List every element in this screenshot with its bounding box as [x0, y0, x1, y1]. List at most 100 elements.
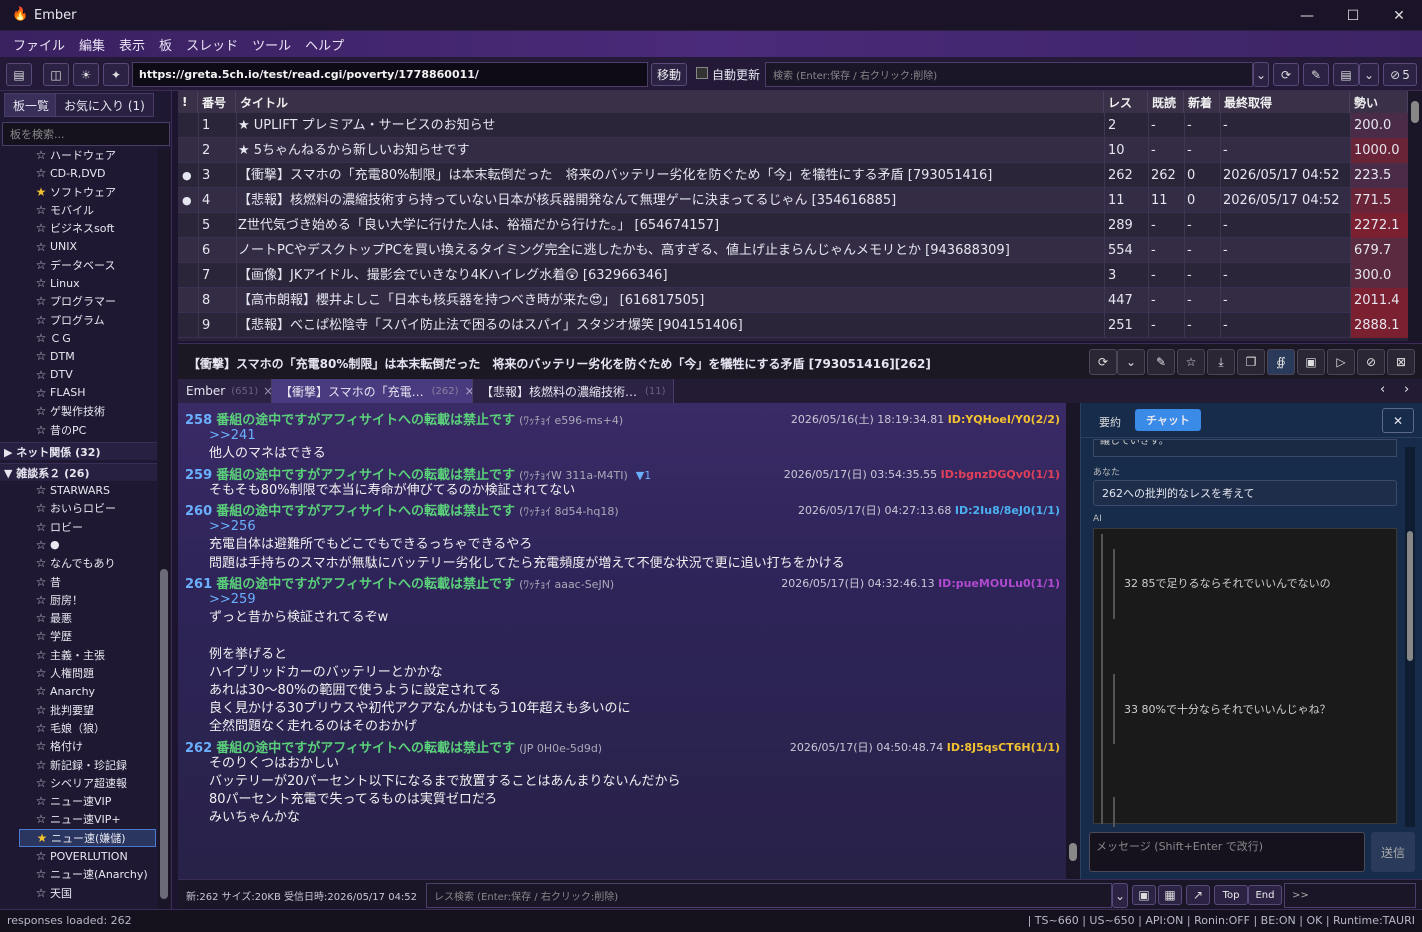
threadlist-scrollbar[interactable]: [1408, 91, 1422, 341]
star-icon[interactable]: ☆: [34, 349, 48, 363]
star-icon[interactable]: ☆: [1177, 349, 1205, 375]
sun-icon[interactable]: ☀: [73, 63, 99, 86]
star-icon[interactable]: ☆: [34, 240, 48, 254]
image-off-icon[interactable]: ⊠: [1387, 349, 1415, 375]
star-icon[interactable]: ☆: [34, 368, 48, 382]
board-item[interactable]: ☆ シベリア超速報: [34, 774, 127, 792]
posts-scrollbar[interactable]: [1066, 403, 1080, 879]
board-item[interactable]: ☆ プログラマー: [34, 292, 116, 310]
thread-row[interactable]: 1 ★ UPLIFT プレミアム・サービスのお知らせ 2 - - - 200.0: [178, 112, 1408, 138]
sidebar-scroll-thumb[interactable]: [160, 569, 168, 899]
thread-row[interactable]: 5 Z世代気づき始める「良い大学に行けた人は、裕福だから行けた。」 [654674…: [178, 212, 1408, 238]
thread-row[interactable]: 8 【高市朗報】櫻井よしこ「日本も核兵器を持つべき時が来た😍」 [61681750…: [178, 287, 1408, 313]
star-icon[interactable]: ☆: [34, 629, 48, 643]
star-icon[interactable]: ☆: [34, 520, 48, 534]
chat-scroll-thumb[interactable]: [1407, 531, 1413, 661]
star-icon[interactable]: ☆: [34, 849, 48, 863]
star-icon[interactable]: ☆: [34, 739, 48, 753]
star-icon[interactable]: ☆: [34, 794, 48, 808]
tab-summary[interactable]: 要約: [1099, 414, 1121, 430]
thread-row[interactable]: 2 ★ 5ちゃんねるから新しいお知らせです 10 - - - 1000.0: [178, 137, 1408, 163]
star-icon[interactable]: ☆: [34, 758, 48, 772]
menu-board[interactable]: 板: [152, 35, 179, 54]
go-button[interactable]: 移動: [651, 63, 687, 86]
external-link-icon[interactable]: ↗: [1186, 885, 1210, 905]
board-item[interactable]: ☆ 主義・主張: [34, 646, 105, 664]
tab-favorites[interactable]: お気に入り (1): [55, 93, 154, 117]
board-item[interactable]: ★ ソフトウェア: [34, 183, 116, 201]
menu-edit[interactable]: 編集: [72, 35, 112, 54]
menu-tools[interactable]: ツール: [245, 35, 298, 54]
board-item[interactable]: ☆ 昔: [34, 573, 61, 591]
star-icon[interactable]: ☆: [34, 666, 48, 680]
auto-refresh-checkbox[interactable]: [696, 67, 708, 79]
board-item[interactable]: ☆ 厨房！: [34, 591, 83, 609]
col-read[interactable]: 既読: [1148, 91, 1184, 113]
post-id[interactable]: ID:pueMOULu0(1/1): [938, 577, 1060, 590]
star-icon[interactable]: ☆: [34, 867, 48, 881]
refresh-icon[interactable]: ⟳: [1273, 63, 1299, 86]
url-input[interactable]: https://greta.5ch.io/test/read.cgi/pover…: [132, 62, 648, 87]
star-icon[interactable]: ☆: [34, 258, 48, 272]
response-search-input[interactable]: レス検索 (Enter:保存 / 右クリック:削除): [426, 883, 1112, 908]
post-number[interactable]: 261: [185, 577, 212, 592]
star-icon[interactable]: ☆: [34, 313, 48, 327]
star-icon[interactable]: ☆: [34, 331, 48, 345]
post-number[interactable]: 258: [185, 413, 212, 428]
star-icon[interactable]: ☆: [34, 812, 48, 826]
tab-thread-2[interactable]: 【悲報】核燃料の濃縮技術… (11) ×: [473, 379, 674, 403]
board-item[interactable]: ☆ 天国: [34, 884, 72, 902]
board-item[interactable]: ☆ 格付け: [34, 737, 83, 755]
board-item[interactable]: ☆ DTV: [34, 366, 73, 384]
search-input[interactable]: 検索 (Enter:保存 / 右クリック:削除): [765, 62, 1253, 87]
star-icon[interactable]: ☆: [34, 203, 48, 217]
send-button[interactable]: 送信: [1371, 832, 1415, 872]
thread-row[interactable]: 7 【画像】JKアイドル、撮影会でいきなり4Kハイレグ水着😲 [632966346…: [178, 262, 1408, 288]
star-icon[interactable]: ☆: [34, 404, 48, 418]
col-mark[interactable]: !: [178, 91, 198, 113]
eye-off-icon[interactable]: ⊘: [1357, 349, 1385, 375]
star-icon[interactable]: ☆: [34, 703, 48, 717]
download-icon[interactable]: ⤓: [1207, 349, 1235, 375]
group-net[interactable]: ▶ ネット関係 (32): [0, 442, 157, 460]
minimize-button[interactable]: —: [1284, 0, 1330, 31]
reply-anchor-link[interactable]: >>241: [209, 427, 256, 445]
menu-help[interactable]: ヘルプ: [298, 35, 351, 54]
search-dropdown-icon[interactable]: ⌄: [1253, 62, 1269, 87]
menu-file[interactable]: ファイル: [6, 35, 72, 54]
col-num[interactable]: 番号: [198, 91, 236, 113]
star-icon[interactable]: ★: [34, 185, 48, 199]
clipboard-icon[interactable]: ▤: [6, 63, 32, 86]
board-item[interactable]: ☆ 最悪: [34, 609, 72, 627]
post-number[interactable]: 262: [185, 741, 212, 756]
tab-chat[interactable]: チャット: [1135, 409, 1201, 431]
star-icon[interactable]: ☆: [34, 501, 48, 515]
col-fetched[interactable]: 最終取得: [1220, 91, 1350, 113]
tab-close-icon[interactable]: ×: [263, 384, 271, 398]
star-icon[interactable]: ★: [35, 831, 49, 845]
board-item[interactable]: ☆ 批判要望: [34, 701, 94, 719]
star-icon[interactable]: ☆: [34, 294, 48, 308]
menu-view[interactable]: 表示: [112, 35, 152, 54]
tab-close-icon[interactable]: ×: [465, 384, 472, 398]
star-icon[interactable]: ☆: [34, 276, 48, 290]
tab-prev-icon[interactable]: ‹: [1380, 382, 1385, 397]
post-number[interactable]: 260: [185, 504, 212, 519]
star-icon[interactable]: ☆: [34, 556, 48, 570]
board-item[interactable]: ☆ ニュー速(Anarchy): [34, 865, 148, 883]
col-title[interactable]: タイトル: [236, 91, 1104, 113]
ai-icon[interactable]: ∯: [1267, 349, 1295, 375]
board-item[interactable]: ☆ 毛娘（狼）: [34, 719, 105, 737]
star-icon[interactable]: ☆: [34, 886, 48, 900]
board-item[interactable]: ☆ ゲ製作技術: [34, 402, 105, 420]
play-icon[interactable]: ▷: [1327, 349, 1355, 375]
col-res[interactable]: レス: [1104, 91, 1148, 113]
board-item[interactable]: ★ ニュー速(嫌儲): [19, 828, 156, 847]
thread-row[interactable]: ● 3 【衝撃】スマホの「充電80%制限」は本末転倒だった 将来のバッテリー劣化を防…: [178, 162, 1408, 188]
ng-filter-button[interactable]: ⊘ 5: [1383, 63, 1417, 86]
board-item[interactable]: ☆ ニュー速VIP: [34, 792, 112, 810]
maximize-button[interactable]: ☐: [1330, 0, 1376, 31]
chevron-down-icon[interactable]: ⌄: [1117, 349, 1145, 375]
post-id[interactable]: ID:bgnzDGQv0(1/1): [941, 468, 1060, 481]
pencil-icon[interactable]: ✎: [1147, 349, 1175, 375]
